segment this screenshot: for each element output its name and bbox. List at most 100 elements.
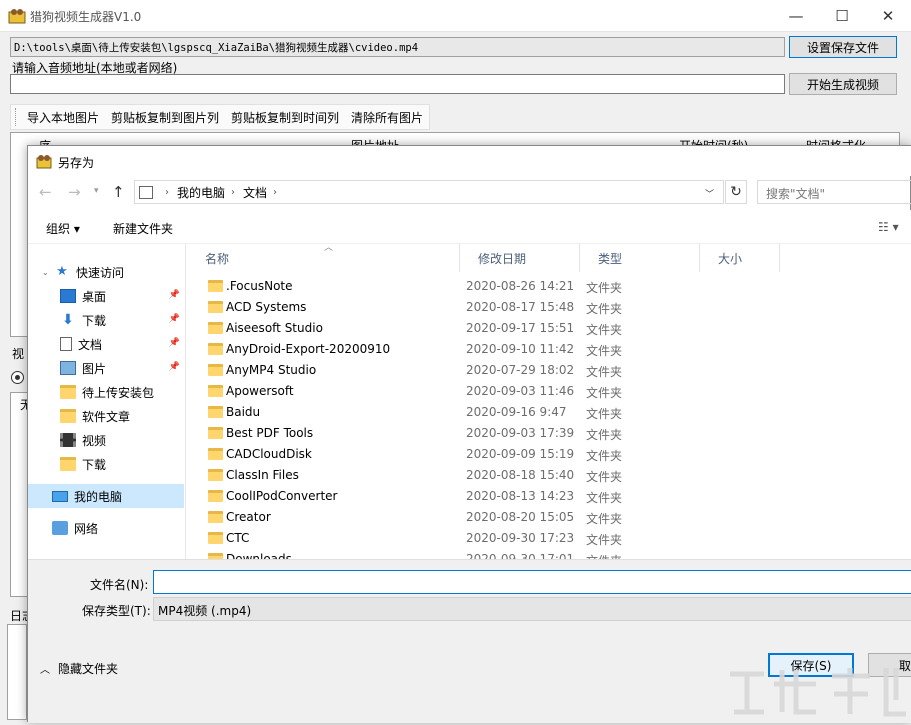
save-path-field[interactable]: D:\tools\桌面\待上传安装包\lgspscq_XiaZaiBa\猎狗视频… — [10, 37, 785, 57]
folder-icon — [208, 427, 223, 439]
file-type: 文件夹 — [586, 323, 623, 337]
toolbar-grip[interactable] — [15, 108, 17, 126]
column-header-type[interactable]: 类型 — [580, 244, 700, 272]
nav-item-label: 视频 — [82, 433, 107, 448]
file-date: 2020-09-17 15:51 — [466, 321, 575, 335]
file-row[interactable]: ACD Systems 2020-08-17 15:48 文件夹 — [187, 297, 911, 318]
file-row[interactable]: .FocusNote 2020-08-26 14:21 文件夹 — [187, 276, 911, 297]
download-icon: ⬇ — [62, 312, 74, 328]
app-title: 猎狗视频生成器V1.0 — [30, 10, 142, 24]
breadcrumb-this-pc[interactable]: 我的电脑 — [177, 184, 225, 201]
filetype-select[interactable]: MP4视频 (.mp4) — [153, 597, 911, 621]
file-name: Creator — [226, 510, 271, 524]
navigation-bar: ← → ▾ ↑ › 我的电脑 › 文档 › ﹀ ↻ 搜索"文档" — [28, 176, 911, 210]
view-options-icon[interactable]: ☷ ▾ — [878, 220, 899, 234]
file-row[interactable]: CADCloudDisk 2020-09-09 15:19 文件夹 — [187, 444, 911, 465]
file-type: 文件夹 — [586, 449, 623, 463]
nav-item-label: 文档 — [78, 337, 103, 352]
clear-all-images-button[interactable]: 清除所有图片 — [345, 109, 429, 126]
nav-item-videos[interactable]: 视频 — [28, 428, 184, 452]
navigation-pane: ⌄ ★ 快速访问 桌面 📌 ⬇ 下载 📌 文档 📌 图片 📌 待上传安装包 软件… — [28, 244, 186, 559]
file-date: 2020-08-26 14:21 — [466, 279, 575, 293]
nav-quick-access[interactable]: ⌄ ★ 快速访问 — [28, 260, 184, 284]
refresh-icon[interactable]: ↻ — [725, 180, 747, 204]
address-dropdown-chevron-icon[interactable]: ﹀ — [705, 187, 714, 200]
import-local-images-button[interactable]: 导入本地图片 — [21, 109, 105, 126]
up-arrow-icon[interactable]: ↑ — [112, 183, 125, 201]
audio-address-input[interactable] — [10, 74, 785, 94]
video-option-radio[interactable] — [11, 371, 24, 384]
file-row[interactable]: Downloads 2020-09-30 17:01 文件夹 — [187, 549, 911, 559]
nav-item-downloads[interactable]: ⬇ 下载 📌 — [28, 308, 184, 332]
generate-video-button[interactable]: 开始生成视频 — [789, 73, 897, 95]
file-date: 2020-09-09 15:19 — [466, 447, 575, 461]
breadcrumb-separator-icon: › — [273, 186, 278, 198]
app-toolbar: 导入本地图片 剪贴板复制到图片列 剪贴板复制到时间列 清除所有图片 — [10, 104, 430, 130]
folder-icon — [208, 280, 223, 292]
file-row[interactable]: ClassIn Files 2020-08-18 15:40 文件夹 — [187, 465, 911, 486]
collapse-arrow-icon[interactable]: ⌄ — [42, 268, 49, 277]
file-type: 文件夹 — [586, 428, 623, 442]
breadcrumb-documents[interactable]: 文档 — [243, 184, 267, 201]
file-name: Baidu — [226, 405, 261, 419]
folder-icon — [208, 490, 223, 502]
file-list[interactable]: ︿ 名称 修改日期 类型 大小 .FocusNote 2020-08-26 14:… — [187, 244, 911, 559]
filename-input[interactable] — [153, 570, 911, 594]
file-row[interactable]: Apowersoft 2020-09-03 11:46 文件夹 — [187, 381, 911, 402]
file-row[interactable]: CoolIPodConverter 2020-08-13 14:23 文件夹 — [187, 486, 911, 507]
file-date: 2020-09-16 9:47 — [466, 405, 567, 419]
nav-item-this-pc[interactable]: 我的电脑 — [28, 484, 184, 508]
forward-arrow-icon[interactable]: → — [68, 183, 81, 201]
file-row[interactable]: Baidu 2020-09-16 9:47 文件夹 — [187, 402, 911, 423]
folder-icon — [60, 457, 76, 471]
file-type: 文件夹 — [586, 365, 623, 379]
column-header-size[interactable]: 大小 — [700, 244, 780, 272]
paste-to-image-column-button[interactable]: 剪贴板复制到图片列 — [105, 109, 225, 126]
file-row[interactable]: Creator 2020-08-20 15:05 文件夹 — [187, 507, 911, 528]
nav-item-download-folder[interactable]: 下载 — [28, 452, 184, 476]
nav-item-upload-folder[interactable]: 待上传安装包 — [28, 380, 184, 404]
new-folder-button[interactable]: 新建文件夹 — [113, 220, 173, 237]
nav-item-articles-folder[interactable]: 软件文章 — [28, 404, 184, 428]
file-name: AnyMP4 Studio — [226, 363, 317, 377]
folder-icon — [208, 532, 223, 544]
search-input[interactable]: 搜索"文档" — [757, 180, 911, 204]
back-arrow-icon[interactable]: ← — [39, 183, 52, 201]
star-icon: ★ — [56, 264, 68, 279]
file-type: 文件夹 — [586, 302, 623, 316]
nav-item-label: 软件文章 — [82, 409, 131, 424]
log-area[interactable] — [7, 624, 27, 720]
folder-icon — [208, 364, 223, 376]
address-bar[interactable]: › 我的电脑 › 文档 › — [134, 180, 724, 204]
file-type: 文件夹 — [586, 344, 623, 358]
file-row[interactable]: AnyMP4 Studio 2020-07-29 18:02 文件夹 — [187, 360, 911, 381]
folder-icon — [208, 343, 223, 355]
file-row[interactable]: AnyDroid-Export-20200910 2020-09-10 11:42… — [187, 339, 911, 360]
set-save-file-button[interactable]: 设置保存文件 — [789, 36, 897, 58]
file-row[interactable]: Best PDF Tools 2020-09-03 17:39 文件夹 — [187, 423, 911, 444]
file-type: 文件夹 — [586, 470, 623, 484]
site-watermark-logo — [720, 660, 911, 722]
nav-item-documents[interactable]: 文档 📌 — [28, 332, 184, 356]
dialog-title-bar: 另存为 — [28, 146, 911, 176]
file-name: Downloads — [226, 552, 292, 559]
file-row[interactable]: CTC 2020-09-30 17:23 文件夹 — [187, 528, 911, 549]
nav-item-label: 我的电脑 — [74, 489, 123, 504]
minimize-button[interactable]: — — [773, 0, 819, 32]
nav-item-network[interactable]: 网络 — [28, 516, 184, 540]
save-as-dialog: 另存为 ← → ▾ ↑ › 我的电脑 › 文档 › ﹀ ↻ 搜索"文档" 组织 … — [27, 145, 911, 723]
close-button[interactable]: ✕ — [865, 0, 911, 32]
maximize-button[interactable]: ☐ — [819, 0, 865, 32]
column-header-name[interactable]: 名称 — [187, 244, 460, 272]
file-row[interactable]: Aiseesoft Studio 2020-09-17 15:51 文件夹 — [187, 318, 911, 339]
recent-locations-chevron-icon[interactable]: ▾ — [94, 186, 99, 196]
nav-item-desktop[interactable]: 桌面 📌 — [28, 284, 184, 308]
hide-folders-toggle[interactable]: ︿ 隐藏文件夹 — [40, 660, 118, 677]
paste-to-time-column-button[interactable]: 剪贴板复制到时间列 — [225, 109, 345, 126]
file-name: AnyDroid-Export-20200910 — [226, 342, 391, 356]
file-name: .FocusNote — [226, 279, 293, 293]
nav-item-pictures[interactable]: 图片 📌 — [28, 356, 184, 380]
column-header-date[interactable]: 修改日期 — [460, 244, 580, 272]
organize-menu[interactable]: 组织 ▾ — [46, 220, 80, 237]
chevron-up-icon: ︿ — [40, 665, 50, 676]
